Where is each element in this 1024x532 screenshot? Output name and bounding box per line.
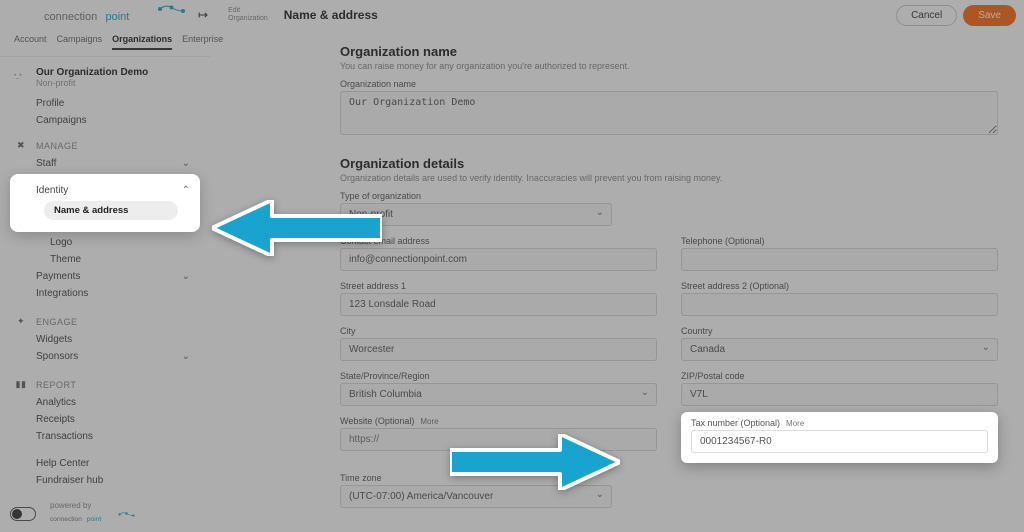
chevron-up-icon — [182, 185, 190, 196]
chevron-down-icon — [182, 271, 190, 282]
wrench-icon: ✖ — [14, 140, 28, 151]
website-label: Website (Optional)More — [340, 416, 657, 426]
svg-text:connection: connection — [44, 11, 97, 23]
powered-by: powered by connection point — [50, 501, 140, 526]
svg-text:connection: connection — [50, 516, 82, 523]
theme-toggle[interactable] — [10, 507, 36, 521]
sidebar-item-transactions[interactable]: Transactions — [14, 428, 196, 445]
org-name-hint: You can raise money for any organization… — [340, 61, 998, 71]
tax-number-highlight: Tax number (Optional)More — [681, 412, 998, 463]
sidebar-item-payments[interactable]: Payments — [14, 268, 196, 285]
top-nav: Account Campaigns Organizations Enterpri… — [0, 30, 210, 57]
brand-logo: connection point — [44, 2, 194, 28]
tax-number-input[interactable] — [691, 430, 988, 453]
addr2-label: Street address 2 (Optional) — [681, 281, 998, 291]
chart-icon: ▮▮ — [14, 379, 28, 390]
callout-arrow-left — [212, 200, 382, 259]
telephone-input[interactable] — [681, 248, 998, 271]
addr1-input[interactable] — [340, 293, 657, 316]
sidebar-item-integrations[interactable]: Integrations — [14, 285, 196, 302]
addr2-input[interactable] — [681, 293, 998, 316]
sidebar-item-receipts[interactable]: Receipts — [14, 411, 196, 428]
tab-campaigns[interactable]: Campaigns — [57, 34, 103, 50]
section-engage: ENGAGE — [36, 317, 78, 327]
sidebar-item-logo[interactable]: Logo — [14, 234, 196, 251]
sidebar-identity-highlight: Identity Name & address — [10, 174, 200, 232]
sidebar-item-campaigns[interactable]: Campaigns — [36, 115, 196, 126]
org-details-hint: Organization details are used to verify … — [340, 173, 998, 183]
sidebar-item-identity[interactable]: Identity — [14, 182, 196, 199]
state-label: State/Province/Region — [340, 371, 657, 381]
city-label: City — [340, 326, 657, 336]
state-select[interactable] — [340, 383, 657, 406]
callout-arrow-right — [450, 434, 620, 493]
org-avatar-icon — [14, 69, 28, 79]
sidebar-item-sponsors[interactable]: Sponsors — [14, 348, 196, 365]
email-label: Contact email address — [340, 236, 657, 246]
save-button[interactable]: Save — [963, 5, 1016, 26]
sidebar-item-fundraiser-hub[interactable]: Fundraiser hub — [14, 472, 196, 489]
sidebar-item-profile[interactable]: Profile — [36, 98, 196, 109]
country-label: Country — [681, 326, 998, 336]
sidebar-item-help-center[interactable]: Help Center — [14, 455, 196, 472]
spark-icon: ✦ — [14, 316, 28, 327]
sidebar-item-widgets[interactable]: Widgets — [14, 331, 196, 348]
org-name-label: Organization name — [340, 79, 998, 89]
tax-more-link[interactable]: More — [786, 419, 804, 428]
section-report: REPORT — [36, 380, 76, 390]
zip-input[interactable] — [681, 383, 998, 406]
sidebar-item-analytics[interactable]: Analytics — [14, 394, 196, 411]
org-name-input[interactable]: Our Organization Demo — [340, 91, 998, 135]
email-input[interactable] — [340, 248, 657, 271]
tab-account[interactable]: Account — [14, 34, 47, 50]
tax-label: Tax number (Optional)More — [691, 418, 988, 428]
addr1-label: Street address 1 — [340, 281, 657, 291]
page-title: Name & address — [284, 8, 378, 22]
chevron-down-icon — [182, 351, 190, 362]
zip-label: ZIP/Postal code — [681, 371, 998, 381]
breadcrumb: Edit Organization — [228, 7, 268, 23]
org-details-heading: Organization details — [340, 156, 998, 171]
section-manage: MANAGE — [36, 141, 78, 151]
website-more-link[interactable]: More — [420, 417, 438, 426]
org-type-label: Non-profit — [36, 78, 148, 88]
sidebar-collapse-icon[interactable]: ↦ — [198, 8, 208, 22]
svg-text:point: point — [87, 516, 101, 523]
sidebar-item-theme[interactable]: Theme — [14, 251, 196, 268]
city-input[interactable] — [340, 338, 657, 361]
org-name-heading: Organization name — [340, 44, 998, 59]
country-select[interactable] — [681, 338, 998, 361]
org-name-label: Our Organization Demo — [36, 67, 148, 78]
cancel-button[interactable]: Cancel — [896, 5, 957, 26]
sidebar-item-staff[interactable]: Staff — [14, 155, 196, 172]
sidebar-item-name-address[interactable]: Name & address — [44, 201, 178, 220]
chevron-down-icon — [182, 158, 190, 169]
telephone-label: Telephone (Optional) — [681, 236, 998, 246]
tab-organizations[interactable]: Organizations — [112, 34, 172, 50]
svg-text:point: point — [106, 11, 130, 23]
